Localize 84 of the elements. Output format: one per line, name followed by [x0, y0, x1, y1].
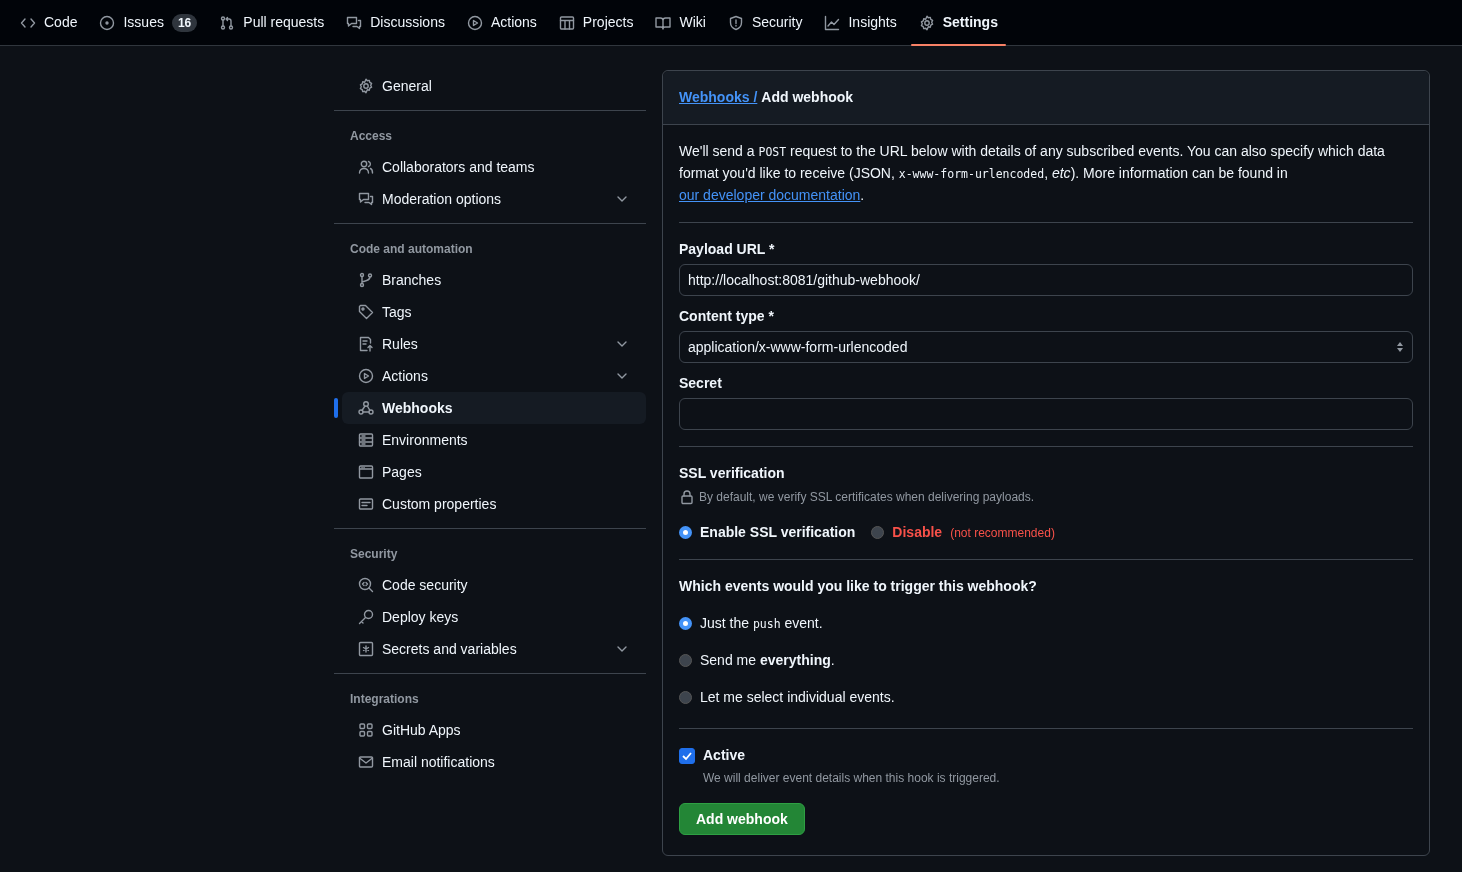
sidebar-item[interactable]: Email notifications [342, 746, 646, 778]
repo-tab[interactable]: Discussions [338, 0, 453, 45]
radio-button[interactable] [679, 526, 692, 539]
speech-bubbles-icon [346, 14, 363, 31]
text-input[interactable] [679, 398, 1413, 430]
section-heading: Integrations [349, 691, 420, 708]
field-label: Content type * [679, 307, 775, 326]
sidebar-item[interactable]: GitHub Apps [342, 714, 646, 746]
play-circle-icon [358, 368, 374, 384]
radio-label: Send me everything. [700, 651, 835, 670]
pull-request-icon [219, 14, 236, 31]
text-input[interactable]: http://localhost:8081/github-webhook/ [679, 264, 1413, 296]
repo-tab[interactable]: Code [12, 0, 86, 45]
sidebar-item[interactable]: General [342, 70, 646, 102]
webhook-icon [358, 400, 374, 416]
sidebar-item[interactable]: Branches [342, 264, 646, 296]
checkbox-label: Active [703, 746, 746, 765]
play-circle-icon [466, 14, 483, 31]
count-badge: 16 [171, 13, 198, 32]
repo-tab[interactable]: Insights [816, 0, 905, 45]
envelope-icon [358, 754, 374, 770]
sidebar-item[interactable]: Tags [342, 296, 646, 328]
tag-icon [358, 304, 374, 320]
radio-label: Let me select individual events. [700, 688, 895, 707]
repo-tab[interactable]: Issues 16 [91, 0, 206, 45]
table-icon [558, 14, 575, 31]
sidebar-item[interactable]: Secrets and variables [342, 633, 646, 665]
note-icon [358, 496, 374, 512]
radio-button[interactable] [679, 691, 692, 704]
section-title: Which events would you like to trigger this webhook? [679, 577, 1038, 596]
sidebar-item[interactable]: Moderation options [342, 183, 646, 215]
section-heading: Access [349, 128, 394, 145]
ssl-note: By default, we verify SSL certificates when delivering payloads. [699, 489, 1035, 506]
branch-icon [358, 272, 374, 288]
radio-note: (not recommended) [950, 524, 1055, 542]
server-icon [358, 432, 374, 448]
asterisk-square-icon [358, 641, 374, 657]
section-heading: Security [349, 546, 399, 563]
up-down-arrows-icon [1396, 341, 1404, 353]
repo-tab[interactable]: Actions [458, 0, 545, 45]
sidebar-item[interactable]: Custom properties [342, 488, 646, 520]
radio-button[interactable] [679, 654, 692, 667]
radio-button[interactable] [679, 617, 692, 630]
sidebar-item[interactable]: Environments [342, 424, 646, 456]
sidebar-item[interactable]: Actions [342, 360, 646, 392]
sidebar-item[interactable]: Pages [342, 456, 646, 488]
field-label: Secret [679, 374, 723, 393]
magnifier-code-icon [358, 577, 374, 593]
sidebar-item[interactable]: Rules [342, 328, 646, 360]
add-webhook-button[interactable]: Add webhook [679, 803, 805, 835]
radio-label: Enable SSL verification [700, 523, 856, 542]
padlock-icon [679, 489, 695, 505]
repo-tab[interactable]: Projects [550, 0, 642, 45]
sidebar-item[interactable]: Code security [342, 569, 646, 601]
grid-squares-icon [358, 722, 374, 738]
checkbox[interactable] [679, 747, 695, 764]
shield-icon [727, 14, 744, 31]
page-title: Add webhook [761, 88, 854, 107]
intro-paragraph: We'll send a POST request to the URL below with details of any subscribed events. You can also specify which data format you'd like to receive (JSON, x-www-form-urlencoded, etc). More information can be found in our developer documentation. [679, 142, 1386, 205]
checkbox-hint: We will deliver event details when this hook is triggered. [703, 770, 1001, 787]
browser-window-icon [358, 464, 374, 480]
people-icon [358, 159, 374, 175]
radio-button[interactable] [871, 526, 885, 539]
repo-tab[interactable]: Security [719, 0, 811, 45]
content-type-select[interactable]: application/x-www-form-urlencoded [679, 331, 1413, 363]
gear-icon [918, 14, 935, 31]
gear-icon [358, 78, 374, 94]
repo-tab[interactable]: Pull requests [211, 0, 333, 45]
key-icon [358, 609, 374, 625]
document-arrow-icon [358, 336, 374, 352]
book-icon [655, 14, 672, 31]
circle-dot-icon [99, 14, 116, 31]
section-title: SSL verification [679, 464, 786, 483]
repo-tab[interactable]: Wiki [647, 0, 714, 45]
breadcrumb-link[interactable]: Webhooks / [679, 87, 758, 108]
section-heading: Code and automation [349, 241, 474, 258]
radio-label: Just the push event. [700, 614, 823, 633]
line-graph-icon [824, 14, 841, 31]
radio-label: Disable [892, 523, 943, 542]
sidebar-item[interactable]: Deploy keys [342, 601, 646, 633]
field-label: Payload URL * [679, 240, 776, 259]
sidebar-item[interactable]: Collaborators and teams [342, 151, 646, 183]
speech-bubbles-icon [358, 191, 374, 207]
repo-tab[interactable]: Settings [910, 0, 1006, 45]
